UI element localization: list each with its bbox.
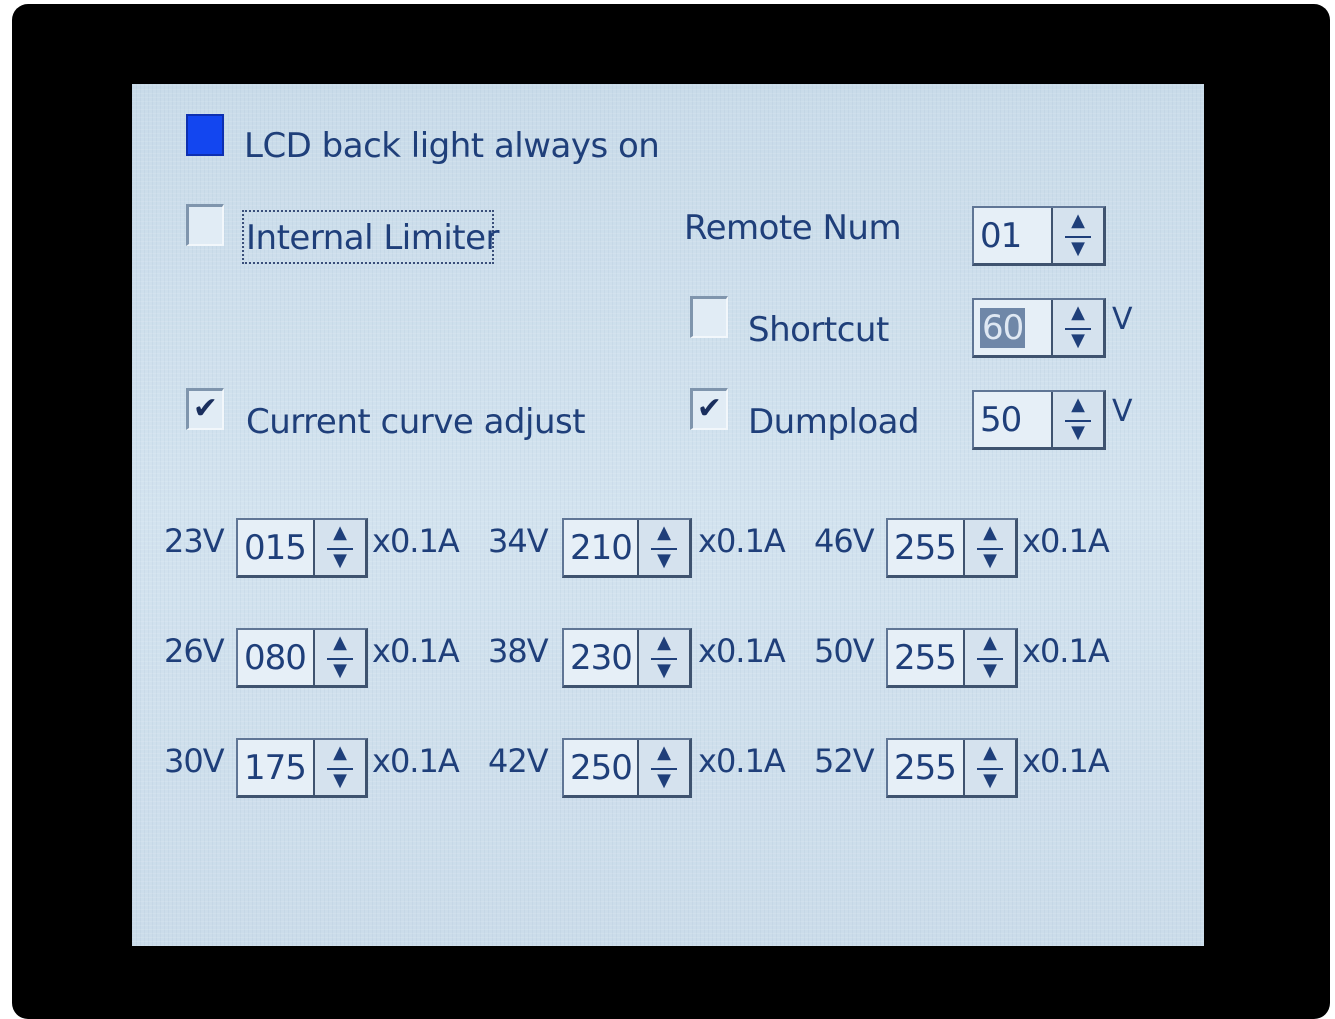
curve-unit-label: x0.1A — [1022, 632, 1110, 670]
internal-limiter-label: Internal Limiter — [246, 218, 500, 258]
shortcut-checkbox[interactable] — [690, 296, 728, 338]
curve-value-spinner[interactable]: 255 ▲ ▼ — [886, 628, 1018, 688]
spin-buttons[interactable]: ▲ ▼ — [637, 520, 689, 575]
curve-voltage-label: 26V — [164, 632, 225, 670]
spin-up-icon[interactable]: ▲ — [315, 740, 365, 768]
curve-unit-label: x0.1A — [1022, 522, 1110, 560]
spin-down-icon[interactable]: ▼ — [315, 548, 365, 576]
curve-value: 230 — [570, 638, 633, 678]
spin-up-icon[interactable]: ▲ — [965, 630, 1015, 658]
current-curve-label: Current curve adjust — [246, 402, 586, 442]
spin-buttons[interactable]: ▲ ▼ — [1051, 300, 1103, 355]
spin-up-icon[interactable]: ▲ — [1053, 392, 1103, 420]
spin-down-icon[interactable]: ▼ — [315, 768, 365, 796]
spin-down-icon[interactable]: ▼ — [965, 768, 1015, 796]
curve-value-spinner[interactable]: 015 ▲ ▼ — [236, 518, 368, 578]
curve-value-spinner[interactable]: 230 ▲ ▼ — [562, 628, 692, 688]
spin-buttons[interactable]: ▲ ▼ — [963, 630, 1015, 685]
spin-buttons[interactable]: ▲ ▼ — [637, 630, 689, 685]
spin-up-icon[interactable]: ▲ — [639, 630, 689, 658]
dumpload-unit: V — [1112, 394, 1133, 429]
spin-down-icon[interactable]: ▼ — [639, 658, 689, 686]
spin-down-icon[interactable]: ▼ — [639, 548, 689, 576]
curve-value-spinner[interactable]: 175 ▲ ▼ — [236, 738, 368, 798]
curve-value-spinner[interactable]: 210 ▲ ▼ — [562, 518, 692, 578]
shortcut-unit: V — [1112, 302, 1133, 337]
spin-buttons[interactable]: ▲ ▼ — [1051, 392, 1103, 447]
spin-down-icon[interactable]: ▼ — [965, 548, 1015, 576]
spin-buttons[interactable]: ▲ ▼ — [313, 740, 365, 795]
check-icon: ✔ — [696, 391, 723, 426]
curve-value: 255 — [894, 638, 957, 678]
spin-buttons[interactable]: ▲ ▼ — [963, 520, 1015, 575]
curve-voltage-label: 42V — [488, 742, 549, 780]
spin-up-icon[interactable]: ▲ — [1053, 208, 1103, 236]
shortcut-label: Shortcut — [748, 310, 889, 350]
spin-up-icon[interactable]: ▲ — [639, 740, 689, 768]
curve-unit-label: x0.1A — [698, 632, 786, 670]
lcd-screen: LCD back light always on Internal Limite… — [132, 84, 1204, 946]
curve-unit-label: x0.1A — [372, 742, 460, 780]
spin-up-icon[interactable]: ▲ — [965, 740, 1015, 768]
spin-buttons[interactable]: ▲ ▼ — [1051, 208, 1103, 263]
internal-limiter-checkbox[interactable] — [186, 204, 224, 246]
backlight-label: LCD back light always on — [244, 126, 660, 166]
curve-voltage-label: 30V — [164, 742, 225, 780]
curve-value: 250 — [570, 748, 633, 788]
curve-voltage-label: 34V — [488, 522, 549, 560]
remote-num-spinner[interactable]: 01 ▲ ▼ — [972, 206, 1106, 266]
dumpload-checkbox[interactable]: ✔ — [690, 388, 728, 430]
spin-up-icon[interactable]: ▲ — [965, 520, 1015, 548]
dumpload-spinner[interactable]: 50 ▲ ▼ — [972, 390, 1106, 450]
curve-value: 175 — [244, 748, 307, 788]
spin-buttons[interactable]: ▲ ▼ — [313, 630, 365, 685]
spin-down-icon[interactable]: ▼ — [1053, 236, 1103, 264]
curve-voltage-label: 23V — [164, 522, 225, 560]
curve-value-spinner[interactable]: 255 ▲ ▼ — [886, 518, 1018, 578]
spin-down-icon[interactable]: ▼ — [965, 658, 1015, 686]
curve-value: 015 — [244, 528, 307, 568]
curve-value-spinner[interactable]: 250 ▲ ▼ — [562, 738, 692, 798]
spin-down-icon[interactable]: ▼ — [1053, 420, 1103, 448]
curve-value: 255 — [894, 748, 957, 788]
curve-unit-label: x0.1A — [698, 522, 786, 560]
remote-num-label: Remote Num — [684, 208, 902, 248]
curve-unit-label: x0.1A — [372, 632, 460, 670]
remote-num-value: 01 — [980, 216, 1022, 256]
spin-up-icon[interactable]: ▲ — [639, 520, 689, 548]
dumpload-value: 50 — [980, 400, 1022, 440]
backlight-checkbox[interactable] — [186, 114, 224, 156]
curve-value-spinner[interactable]: 255 ▲ ▼ — [886, 738, 1018, 798]
curve-unit-label: x0.1A — [1022, 742, 1110, 780]
spin-buttons[interactable]: ▲ ▼ — [963, 740, 1015, 795]
spin-down-icon[interactable]: ▼ — [315, 658, 365, 686]
shortcut-value: 60 — [980, 308, 1026, 348]
spin-up-icon[interactable]: ▲ — [315, 520, 365, 548]
dumpload-label: Dumpload — [748, 402, 920, 442]
spin-up-icon[interactable]: ▲ — [1053, 300, 1103, 328]
spin-down-icon[interactable]: ▼ — [1053, 328, 1103, 356]
curve-value: 080 — [244, 638, 307, 678]
curve-voltage-label: 38V — [488, 632, 549, 670]
spin-down-icon[interactable]: ▼ — [639, 768, 689, 796]
curve-voltage-label: 46V — [814, 522, 875, 560]
curve-voltage-label: 50V — [814, 632, 875, 670]
current-curve-checkbox[interactable]: ✔ — [186, 388, 224, 430]
curve-value-spinner[interactable]: 080 ▲ ▼ — [236, 628, 368, 688]
check-icon: ✔ — [192, 391, 219, 426]
spin-up-icon[interactable]: ▲ — [315, 630, 365, 658]
curve-value: 210 — [570, 528, 633, 568]
curve-voltage-label: 52V — [814, 742, 875, 780]
curve-unit-label: x0.1A — [698, 742, 786, 780]
curve-value: 255 — [894, 528, 957, 568]
spin-buttons[interactable]: ▲ ▼ — [313, 520, 365, 575]
curve-unit-label: x0.1A — [372, 522, 460, 560]
shortcut-spinner[interactable]: 60 ▲ ▼ — [972, 298, 1106, 358]
spin-buttons[interactable]: ▲ ▼ — [637, 740, 689, 795]
